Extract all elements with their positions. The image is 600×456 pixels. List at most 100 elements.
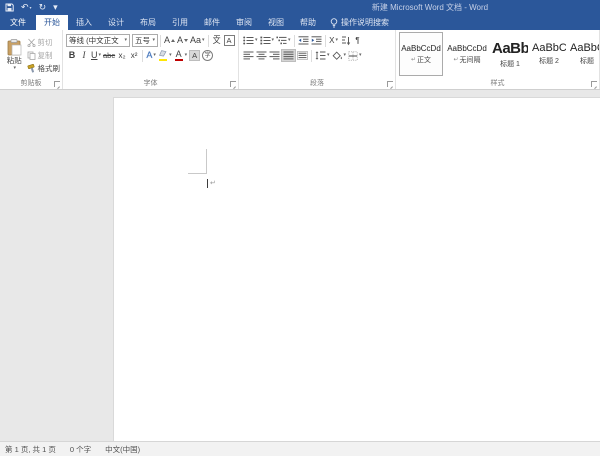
style-heading1[interactable]: AaBbC 标题 1 [491,32,529,76]
undo-dropdown-icon[interactable]: ▾ [30,6,32,10]
style-preview: AaBbC [570,42,600,54]
grow-font-button[interactable]: A [163,34,176,47]
sort-icon [341,36,351,46]
justify-button[interactable] [281,49,296,62]
align-right-button[interactable] [268,49,281,62]
align-left-button[interactable] [242,49,255,62]
tell-me-search[interactable]: 操作说明搜索 [330,15,389,30]
enclose-characters-button[interactable]: 字 [201,49,214,62]
justify-icon [283,51,294,60]
paste-button[interactable]: 粘贴 ▾ [3,33,26,77]
font-dialog-launcher[interactable] [230,81,236,87]
asian-layout-dropdown-icon[interactable]: ▾ [335,38,338,43]
italic-button[interactable]: I [78,49,90,62]
word-window: ↶ ▾ ↻ ▾ 新建 Microsoft Word 文档 - Word 文件 开… [0,0,600,456]
asian-layout-glyph: X [329,37,334,45]
highlighter-icon [158,50,168,61]
underline-button[interactable]: U ▾ [90,49,102,62]
sort-button[interactable] [340,34,352,47]
clipboard-dialog-launcher[interactable] [54,81,60,87]
tab-references[interactable]: 引用 [164,15,196,30]
shrink-font-button[interactable]: A [176,34,189,47]
text-effects-button[interactable]: A ▾ [145,49,157,62]
font-color-dropdown-icon[interactable]: ▾ [185,53,188,58]
line-spacing-dropdown-icon[interactable]: ▾ [327,53,330,58]
styles-dialog-launcher[interactable] [591,81,597,87]
increase-indent-button[interactable] [310,34,323,47]
tab-layout[interactable]: 布局 [132,15,164,30]
align-center-button[interactable] [255,49,268,62]
numbering-dropdown-icon[interactable]: ▾ [272,38,275,43]
bold-button[interactable]: B [66,49,78,62]
line-spacing-button[interactable]: ▾ [314,49,331,62]
format-painter-label: 格式刷 [38,63,61,74]
font-size-combo[interactable]: 五号 ▾ [132,34,158,47]
document-area: ↵ [0,91,600,441]
undo-icon: ↶ [21,3,29,12]
language-indicator[interactable]: 中文(中国) [105,444,140,455]
font-name-dropdown-icon[interactable]: ▾ [124,38,127,43]
paragraph-dialog-launcher[interactable] [387,81,393,87]
tab-view[interactable]: 视图 [260,15,292,30]
page-number-indicator[interactable]: 第 1 页, 共 1 页 [5,444,56,455]
tab-design[interactable]: 设计 [100,15,132,30]
highlight-dropdown-icon[interactable]: ▾ [169,53,172,58]
save-button[interactable] [5,3,14,12]
cut-button[interactable]: 剪切 [27,36,61,49]
word-count-indicator[interactable]: 0 个字 [70,444,91,455]
borders-button[interactable]: ▾ [347,49,363,62]
customize-quick-access-button[interactable]: ▾ [53,3,58,12]
show-hide-marks-button[interactable]: ¶ [352,34,364,47]
shading-dropdown-icon[interactable]: ▾ [344,53,347,58]
decrease-indent-button[interactable] [297,34,310,47]
cut-label: 剪切 [38,37,53,48]
style-no-spacing[interactable]: AaBbCcDd ↵无间隔 [445,32,489,76]
tab-file[interactable]: 文件 [0,15,36,30]
shading-button[interactable]: ▾ [331,49,348,62]
document-page[interactable]: ↵ [113,97,600,441]
style-normal[interactable]: AaBbCcDd ↵正文 [399,32,443,76]
font-size-value: 五号 [135,35,150,46]
bullets-button[interactable]: ▾ [242,34,259,47]
font-color-button[interactable]: A ▾ [173,49,189,62]
styles-group: AaBbCcDd ↵正文 AaBbCcDd ↵无间隔 AaBbC 标题 1 Aa… [396,30,600,89]
numbering-button[interactable]: ▾ [259,34,276,47]
tab-home[interactable]: 开始 [36,15,68,30]
paragraph-group-label: 段落 [239,78,395,88]
character-border-button[interactable]: A [223,34,236,47]
change-case-dropdown-icon[interactable]: ▾ [202,38,205,43]
paste-dropdown-icon[interactable]: ▾ [13,66,16,71]
change-case-button[interactable]: Aa ▾ [189,34,206,47]
paragraph-group: ▾ ▾ ▾ [239,30,396,89]
style-heading2[interactable]: AaBbC 标题 2 [531,32,567,76]
tab-help[interactable]: 帮助 [292,15,324,30]
phonetic-guide-icon: 文 [213,37,221,45]
paragraph-marker-icon: ↵ [411,56,416,63]
style-label: 标题 1 [500,59,520,69]
style-label: 标题 [580,56,594,66]
undo-button[interactable]: ↶ ▾ [21,3,32,12]
text-highlight-button[interactable]: ▾ [157,49,173,62]
asian-layout-button[interactable]: X ▾ [328,34,340,47]
redo-button[interactable]: ↻ [39,3,47,12]
bullets-dropdown-icon[interactable]: ▾ [255,38,258,43]
copy-button[interactable]: 复制 [27,49,61,62]
text-effects-dropdown-icon[interactable]: ▾ [153,53,156,58]
phonetic-guide-button[interactable]: 文 [211,34,223,47]
font-size-dropdown-icon[interactable]: ▾ [152,38,155,43]
tab-mailings[interactable]: 邮件 [196,15,228,30]
multilevel-dropdown-icon[interactable]: ▾ [288,38,291,43]
tab-insert[interactable]: 插入 [68,15,100,30]
tab-review[interactable]: 审阅 [228,15,260,30]
font-name-combo[interactable]: 等线 (中文正文 ▾ [66,34,130,47]
subscript-button[interactable]: x₂ [116,49,128,62]
distribute-button[interactable] [296,49,309,62]
superscript-button[interactable]: x² [128,49,140,62]
underline-dropdown-icon[interactable]: ▾ [99,53,102,58]
format-painter-button[interactable]: 格式刷 [27,62,61,75]
character-shading-button[interactable]: A [188,49,201,62]
borders-dropdown-icon[interactable]: ▾ [359,53,362,58]
multilevel-list-button[interactable]: ▾ [275,34,292,47]
strikethrough-button[interactable]: abc [102,49,116,62]
style-title[interactable]: AaBbC 标题 [569,32,600,76]
